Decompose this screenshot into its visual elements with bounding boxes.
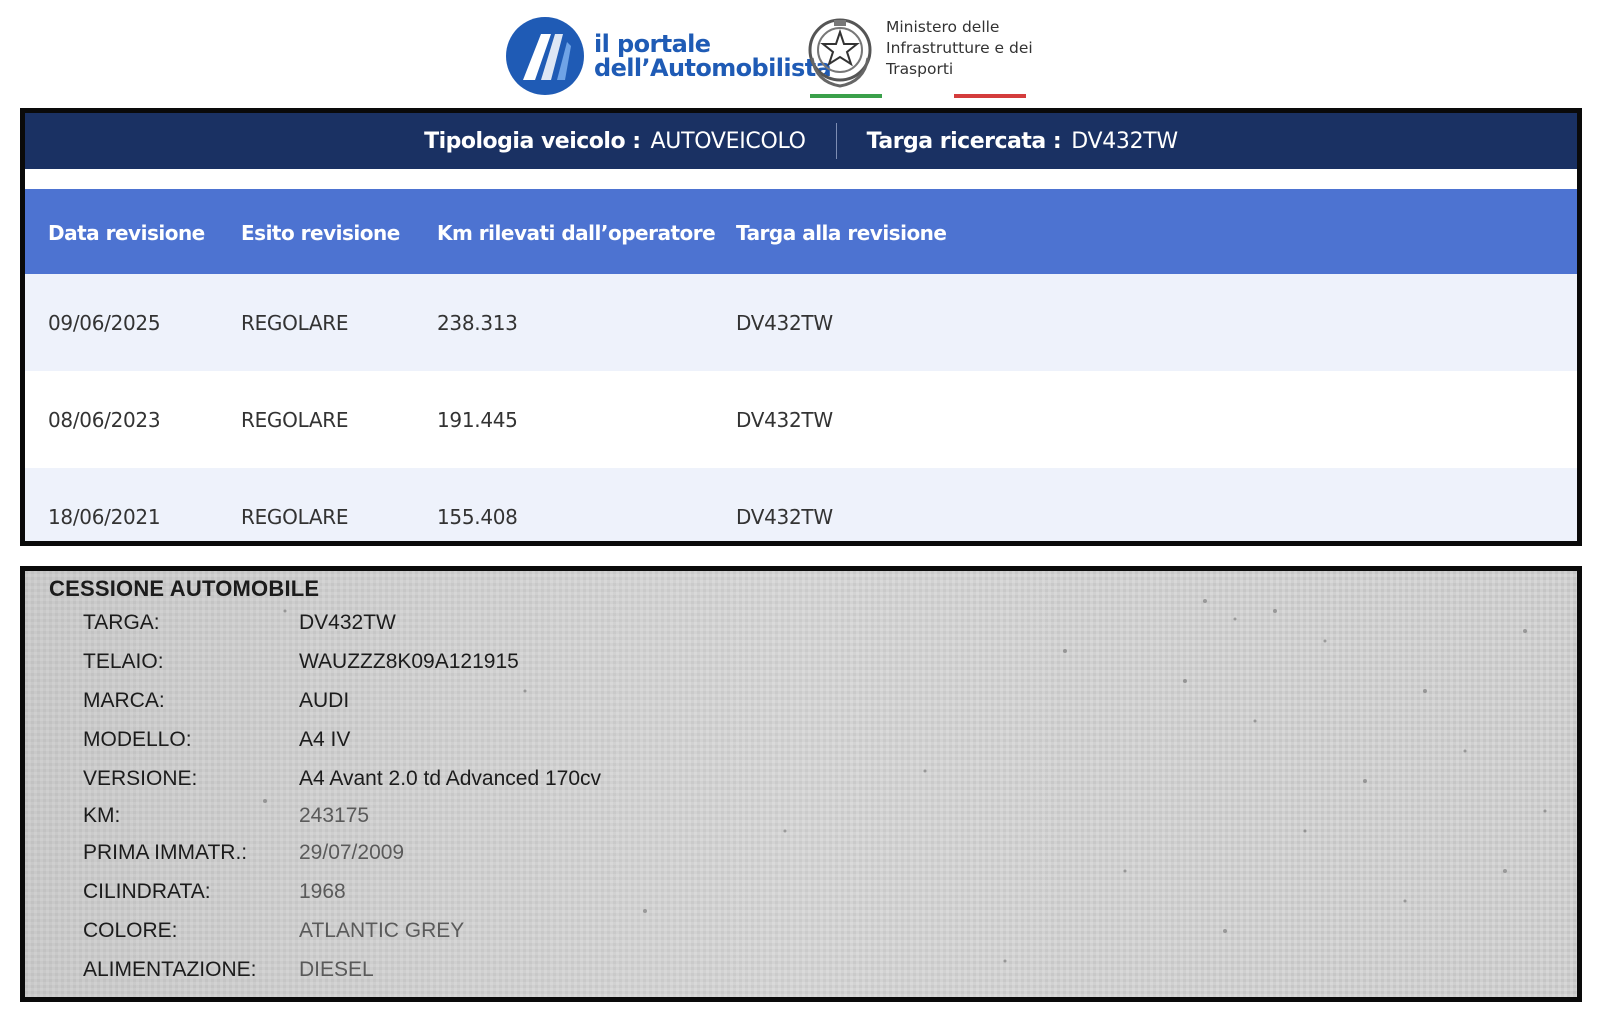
field-label-km: KM:: [83, 804, 121, 827]
field-label-telaio: TELAIO:: [83, 650, 164, 673]
searched-plate-label: Targa ricercata :: [866, 128, 1062, 154]
field-value-targa: DV432TW: [299, 611, 396, 634]
republic-emblem-icon: [808, 18, 872, 88]
field-value-colore: ATLANTIC GREY: [299, 919, 465, 942]
field-value-modello: A4 IV: [299, 728, 351, 751]
document-field: VERSIONE: A4 Avant 2.0 td Advanced 170cv: [25, 767, 1577, 805]
table-row: 18/06/2021 REGOLARE 155.408 DV432TW: [25, 468, 1577, 541]
field-value-cilindrata: 1968: [299, 880, 346, 903]
column-header-outcome: Esito revisione: [241, 221, 400, 245]
info-divider: [835, 123, 837, 159]
vehicle-type-value: AUTOVEICOLO: [650, 128, 806, 154]
vehicle-type-label: Tipologia veicolo :: [424, 128, 641, 154]
document-field: CILINDRATA: 1968: [25, 880, 1577, 918]
revision-panel: Tipologia veicolo : AUTOVEICOLO Targa ri…: [20, 108, 1582, 546]
field-label-marca: MARCA:: [83, 689, 165, 712]
table-row: 09/06/2025 REGOLARE 238.313 DV432TW: [25, 274, 1577, 371]
field-value-km: 243175: [299, 804, 370, 827]
document-field: MODELLO: A4 IV: [25, 728, 1577, 766]
portale-road-logo-icon: [506, 17, 584, 95]
cell-plate: DV432TW: [736, 311, 833, 335]
cell-outcome: REGOLARE: [241, 408, 349, 432]
field-label-alimentazione: ALIMENTAZIONE:: [83, 958, 257, 981]
document-field: TARGA: DV432TW: [25, 611, 1577, 649]
sale-document-scan: CESSIONE AUTOMOBILE TARGA: DV432TW TELAI…: [20, 566, 1582, 1002]
cell-plate: DV432TW: [736, 408, 833, 432]
sale-document-text: CESSIONE AUTOMOBILE TARGA: DV432TW TELAI…: [25, 571, 1577, 997]
field-label-targa: TARGA:: [83, 611, 160, 634]
document-field: PRIMA IMMATR.: 29/07/2009: [25, 841, 1577, 879]
cell-date: 09/06/2025: [48, 311, 161, 335]
column-header-date: Data revisione: [48, 221, 205, 245]
cell-outcome: REGOLARE: [241, 311, 349, 335]
field-label-colore: COLORE:: [83, 919, 178, 942]
searched-plate: Targa ricercata : DV432TW: [866, 128, 1179, 154]
field-value-versione: A4 Avant 2.0 td Advanced 170cv: [299, 767, 602, 790]
field-label-versione: VERSIONE:: [83, 767, 198, 790]
ministry-name: Ministero delle Infrastrutture e dei Tra…: [886, 18, 1033, 78]
field-label-modello: MODELLO:: [83, 728, 192, 751]
document-field: TELAIO: WAUZZZ8K09A121915: [25, 650, 1577, 688]
document-field: COLORE: ATLANTIC GREY: [25, 919, 1577, 957]
cell-date: 18/06/2021: [48, 505, 161, 529]
field-value-prima-immatricolazione: 29/07/2009: [299, 841, 405, 864]
document-field: ALIMENTAZIONE: DIESEL: [25, 958, 1577, 996]
header-logos: il portale dell’Automobilista Ministero …: [0, 8, 1600, 108]
field-label-cilindrata: CILINDRATA:: [83, 880, 211, 903]
cell-outcome: REGOLARE: [241, 505, 349, 529]
field-value-telaio: WAUZZZ8K09A121915: [299, 650, 519, 673]
flag-stripe-red: [954, 94, 1026, 98]
searched-plate-value: DV432TW: [1071, 128, 1178, 154]
cell-km: 191.445: [437, 408, 518, 432]
vehicle-info-bar: Tipologia veicolo : AUTOVEICOLO Targa ri…: [25, 113, 1577, 169]
portale-logo-text: il portale dell’Automobilista: [594, 30, 832, 82]
vehicle-type: Tipologia veicolo : AUTOVEICOLO: [424, 129, 806, 154]
flag-stripe-green: [810, 94, 882, 98]
field-value-alimentazione: DIESEL: [299, 958, 374, 981]
document-field: MARCA: AUDI: [25, 689, 1577, 727]
document-title: CESSIONE AUTOMOBILE: [49, 576, 320, 601]
cell-km: 155.408: [437, 505, 518, 529]
column-header-plate: Targa alla revisione: [736, 221, 947, 245]
field-label-prima-immatricolazione: PRIMA IMMATR.:: [83, 841, 248, 864]
column-header-km: Km rilevati dall’operatore: [437, 221, 716, 245]
cell-date: 08/06/2023: [48, 408, 161, 432]
revision-table-header: Data revisione Esito revisione Km rileva…: [25, 189, 1577, 274]
field-value-marca: AUDI: [299, 689, 350, 712]
cell-plate: DV432TW: [736, 505, 833, 529]
table-row: 08/06/2023 REGOLARE 191.445 DV432TW: [25, 371, 1577, 468]
document-field: KM: 243175: [25, 804, 1577, 842]
cell-km: 238.313: [437, 311, 518, 335]
